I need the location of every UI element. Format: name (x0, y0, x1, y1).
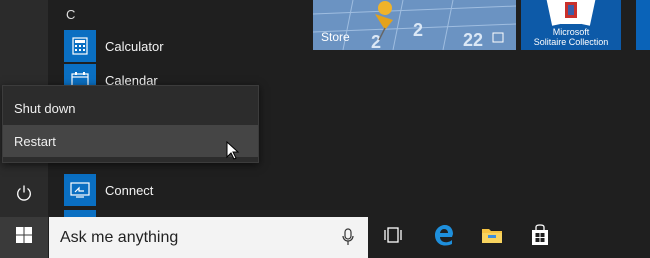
taskbar: Ask me anything (0, 217, 650, 258)
app-item-partial[interactable] (64, 210, 96, 217)
store-tile-label: Store (321, 30, 350, 44)
shut-down-option[interactable]: Shut down (3, 92, 258, 124)
partial-tile[interactable] (636, 0, 650, 50)
task-view-icon (383, 227, 403, 248)
start-button[interactable] (0, 217, 48, 258)
app-item-calculator[interactable]: Calculator (64, 30, 284, 62)
app-item-label: Calculator (105, 38, 164, 54)
solitaire-tile[interactable]: Microsoft Solitaire Collection (521, 0, 621, 50)
store-tile[interactable]: 2 22 2 Store (313, 0, 516, 50)
microphone-icon[interactable] (342, 228, 354, 251)
app-item-label: Connect (105, 182, 154, 198)
app-item-connect[interactable]: Connect (64, 174, 284, 206)
solitaire-label-line1: Microsoft (552, 27, 590, 37)
power-options-menu: Shut down Restart (2, 85, 259, 163)
power-icon (15, 184, 33, 207)
solitaire-cards-art (546, 0, 596, 26)
file-explorer-button[interactable] (468, 217, 516, 258)
restart-option[interactable]: Restart (3, 125, 258, 157)
edge-button[interactable] (420, 217, 468, 258)
calculator-icon (64, 30, 96, 62)
file-explorer-icon (481, 226, 503, 249)
store-button[interactable] (516, 217, 564, 258)
task-view-button[interactable] (369, 217, 417, 258)
app-list-letter-header[interactable]: C (66, 7, 75, 22)
svg-text:2: 2 (413, 20, 423, 40)
store-icon (530, 224, 550, 251)
svg-text:2: 2 (371, 32, 381, 50)
solitaire-label-line2: Solitaire Collection (533, 37, 609, 47)
connect-icon (64, 174, 96, 206)
search-box[interactable]: Ask me anything (49, 217, 368, 258)
search-placeholder: Ask me anything (60, 228, 179, 246)
mouse-pointer-icon (226, 140, 240, 166)
svg-text:22: 22 (463, 30, 483, 50)
power-button[interactable] (0, 176, 48, 214)
windows-logo-icon (16, 227, 32, 248)
edge-icon (433, 224, 455, 251)
solitaire-tile-label: Microsoft Solitaire Collection (521, 27, 621, 47)
